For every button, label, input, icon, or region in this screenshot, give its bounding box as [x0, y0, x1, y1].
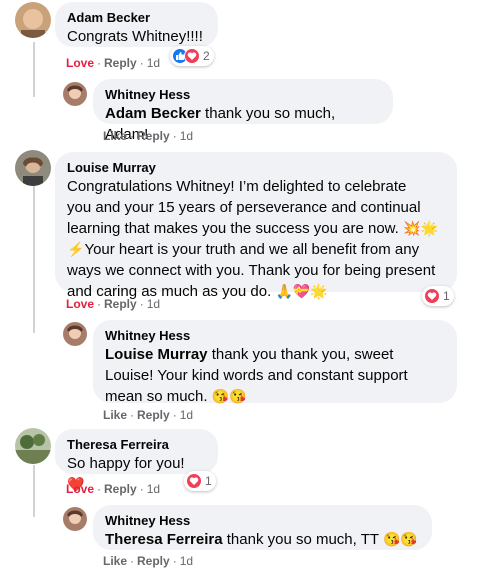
like-button[interactable]: Like: [103, 408, 127, 422]
timestamp[interactable]: 1d: [180, 129, 193, 143]
like-button[interactable]: Like: [103, 554, 127, 568]
reply-button[interactable]: Reply: [104, 482, 137, 496]
comment-text: So happy for you!: [67, 455, 185, 472]
reply-bubble: Whitney Hess Theresa Ferreira thank you …: [93, 505, 432, 550]
avatar[interactable]: [63, 82, 87, 106]
mention-link[interactable]: Theresa Ferreira: [105, 531, 223, 548]
comment-actions: Love · Reply · 1d: [66, 56, 161, 70]
avatar[interactable]: [15, 2, 51, 38]
reply-button[interactable]: Reply: [104, 56, 137, 70]
reply-text: mean so much.: [105, 388, 208, 405]
reply-actions: Like · Reply · 1d: [103, 129, 194, 143]
comment-text: Congrats Whitney!!!!: [67, 28, 203, 45]
comment-text-line: ways we connect with you. Thank you for …: [67, 262, 436, 279]
pray-heart-emoji: 🙏💝🌟: [275, 283, 328, 299]
reply-text: thank you thank you, sweet: [207, 346, 394, 363]
timestamp[interactable]: 1d: [180, 554, 193, 568]
reaction-count: 1: [443, 289, 450, 303]
reply-actions: Like · Reply · 1d: [103, 554, 194, 568]
thread-line: [33, 465, 35, 517]
reply-author[interactable]: Whitney Hess: [105, 512, 420, 529]
comment-bubble: Louise Murray Congratulations Whitney! I…: [55, 152, 457, 300]
thread-line: [33, 42, 35, 97]
reply-button[interactable]: Reply: [137, 408, 170, 422]
love-button[interactable]: Love: [66, 56, 94, 70]
avatar[interactable]: [15, 428, 51, 464]
timestamp[interactable]: 1d: [147, 56, 160, 70]
love-button[interactable]: Love: [66, 297, 94, 311]
reaction-count: 2: [203, 49, 210, 63]
reply-text: Louise! Your kind words and constant sup…: [105, 367, 408, 384]
reaction-count: 1: [205, 474, 212, 488]
thread-line: [33, 186, 35, 333]
love-button[interactable]: Love: [66, 482, 94, 496]
reply-author[interactable]: Whitney Hess: [105, 86, 381, 103]
comment-text-line: you and your 15 years of perseverance an…: [67, 199, 421, 216]
kiss-emoji: 😘😘: [211, 388, 247, 404]
reply-actions: Like · Reply · 1d: [103, 408, 194, 422]
comment-author[interactable]: Adam Becker: [67, 9, 206, 26]
avatar[interactable]: [63, 507, 87, 531]
comment-text-line: learning that makes you the success you …: [67, 220, 399, 237]
love-icon: [186, 473, 202, 489]
lightning-emoji: ⚡: [67, 241, 85, 257]
avatar[interactable]: [15, 150, 51, 186]
sparkle-emoji: 💥🌟: [403, 220, 438, 236]
comment-bubble: Adam Becker Congrats Whitney!!!!: [55, 2, 218, 47]
reply-bubble: Whitney Hess Adam Becker thank you so mu…: [93, 79, 393, 143]
reply-button[interactable]: Reply: [104, 297, 137, 311]
timestamp[interactable]: 1d: [147, 297, 160, 311]
timestamp[interactable]: 1d: [147, 482, 160, 496]
comment-text-line: Congratulations Whitney! I’m delighted t…: [67, 178, 407, 195]
comment-author[interactable]: Louise Murray: [67, 159, 445, 176]
reply-bubble: Whitney Hess Louise Murray thank you tha…: [93, 320, 457, 405]
comment-actions: Love · Reply · 1d: [66, 482, 161, 496]
avatar[interactable]: [63, 322, 87, 346]
reply-button[interactable]: Reply: [137, 554, 170, 568]
mention-link[interactable]: Louise Murray: [105, 346, 208, 363]
comment-text-line: Your heart is your truth and we all bene…: [84, 241, 420, 258]
comment-actions: Love · Reply · 1d: [66, 297, 161, 311]
reaction-summary[interactable]: 1: [422, 286, 454, 306]
reply-text: thank you so much, TT: [222, 531, 379, 548]
reply-button[interactable]: Reply: [137, 129, 170, 143]
kiss-emoji: 😘😘: [382, 531, 418, 547]
mention-link[interactable]: Adam Becker: [105, 105, 201, 122]
comment-author[interactable]: Theresa Ferreira: [67, 436, 206, 453]
reply-author[interactable]: Whitney Hess: [105, 327, 445, 344]
reaction-summary[interactable]: 1: [184, 471, 216, 491]
reaction-summary[interactable]: 2: [170, 46, 214, 66]
love-icon: [184, 48, 200, 64]
timestamp[interactable]: 1d: [180, 408, 193, 422]
love-icon: [424, 288, 440, 304]
like-button[interactable]: Like: [103, 129, 127, 143]
comment-bubble: Theresa Ferreira So happy for you! ❤️: [55, 429, 218, 492]
